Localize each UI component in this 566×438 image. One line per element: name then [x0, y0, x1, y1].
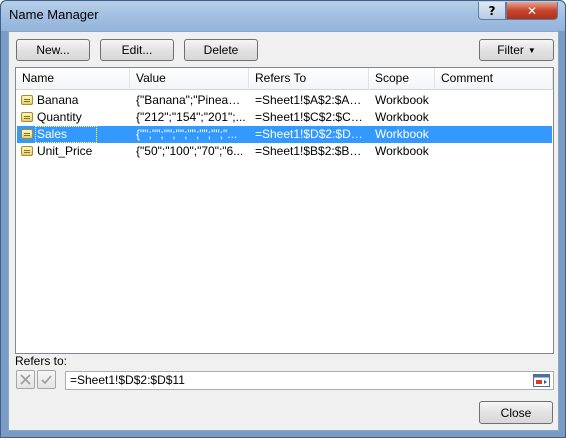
refers-to-label: Refers to:	[15, 354, 68, 368]
column-header-scope[interactable]: Scope	[369, 68, 435, 90]
close-button[interactable]: Close	[479, 401, 553, 424]
row-name: Sales	[35, 126, 97, 143]
column-header-comment[interactable]: Comment	[435, 68, 553, 90]
list-row-banana[interactable]: Banana {"Banana";"Pineapp... =Sheet1!$A$…	[17, 92, 552, 109]
cancel-x-icon[interactable]	[16, 370, 35, 389]
collapse-dialog-icon[interactable]	[531, 372, 552, 389]
column-header-refers-to[interactable]: Refers To	[249, 68, 369, 90]
list-row-unit-price[interactable]: Unit_Price {"50";"100";"70";"6... =Sheet…	[17, 143, 552, 160]
column-header-value[interactable]: Value	[130, 68, 249, 90]
row-comment	[441, 126, 551, 143]
row-scope: Workbook	[375, 144, 429, 158]
edit-button[interactable]: Edit...	[100, 39, 174, 61]
row-scope: Workbook	[375, 110, 429, 124]
name-manager-window: Name Manager ? ✕ New... Edit... Delete F…	[0, 0, 566, 438]
named-range-icon	[21, 112, 33, 122]
row-name: Unit_Price	[37, 144, 93, 158]
row-refers-to: =Sheet1!$C$2:$C$11	[255, 110, 367, 124]
list-row-sales[interactable]: Sales {"";"";"";"";"";"";"";"... =Sheet1…	[17, 126, 552, 143]
list-row-quantity[interactable]: Quantity {"212";"154";"201";... =Sheet1!…	[17, 109, 552, 126]
row-refers-to: =Sheet1!$B$2:$B$11	[255, 144, 367, 158]
close-button-label: Close	[500, 405, 532, 420]
row-name: Quantity	[37, 110, 82, 124]
row-refers-to: =Sheet1!$D$2:$D$11	[255, 127, 367, 141]
checkmark-icon[interactable]	[37, 370, 56, 389]
row-value: {"212";"154";"201";...	[136, 110, 246, 124]
row-comment	[441, 143, 551, 160]
filter-button-label: Filter	[497, 43, 524, 57]
named-range-icon	[21, 146, 33, 156]
help-button[interactable]: ?	[478, 2, 506, 20]
delete-button[interactable]: Delete	[184, 39, 258, 61]
new-button-label: New...	[36, 43, 70, 57]
window-close-button[interactable]: ✕	[506, 2, 558, 20]
row-scope: Workbook	[375, 127, 429, 141]
row-value: {"Banana";"Pineapp...	[136, 93, 246, 107]
named-range-icon	[21, 95, 33, 105]
row-name: Banana	[37, 93, 79, 107]
filter-button[interactable]: Filter ▼	[479, 39, 554, 61]
row-refers-to: =Sheet1!$A$2:$A$11	[255, 93, 367, 107]
title-bar[interactable]: Name Manager ? ✕	[1, 1, 565, 31]
window-title: Name Manager	[9, 7, 99, 22]
refers-to-input[interactable]: =Sheet1!$D$2:$D$11	[65, 371, 554, 390]
dialog-body: New... Edit... Delete Filter ▼ Name Valu…	[8, 31, 559, 431]
row-comment	[441, 109, 551, 126]
named-range-icon	[21, 129, 33, 139]
dropdown-arrow-icon: ▼	[527, 45, 536, 55]
row-value: {"50";"100";"70";"6...	[136, 144, 244, 158]
edit-button-label: Edit...	[121, 43, 153, 57]
names-list[interactable]: Name Value Refers To Scope Comment Banan…	[15, 67, 554, 354]
column-header-name[interactable]: Name	[16, 68, 130, 90]
new-button[interactable]: New...	[16, 39, 90, 61]
row-scope: Workbook	[375, 93, 429, 107]
list-header: Name Value Refers To Scope Comment	[16, 68, 553, 90]
row-value: {"";"";"";"";"";"";"";"...	[136, 127, 238, 141]
row-comment	[441, 92, 551, 109]
delete-button-label: Delete	[203, 43, 239, 57]
